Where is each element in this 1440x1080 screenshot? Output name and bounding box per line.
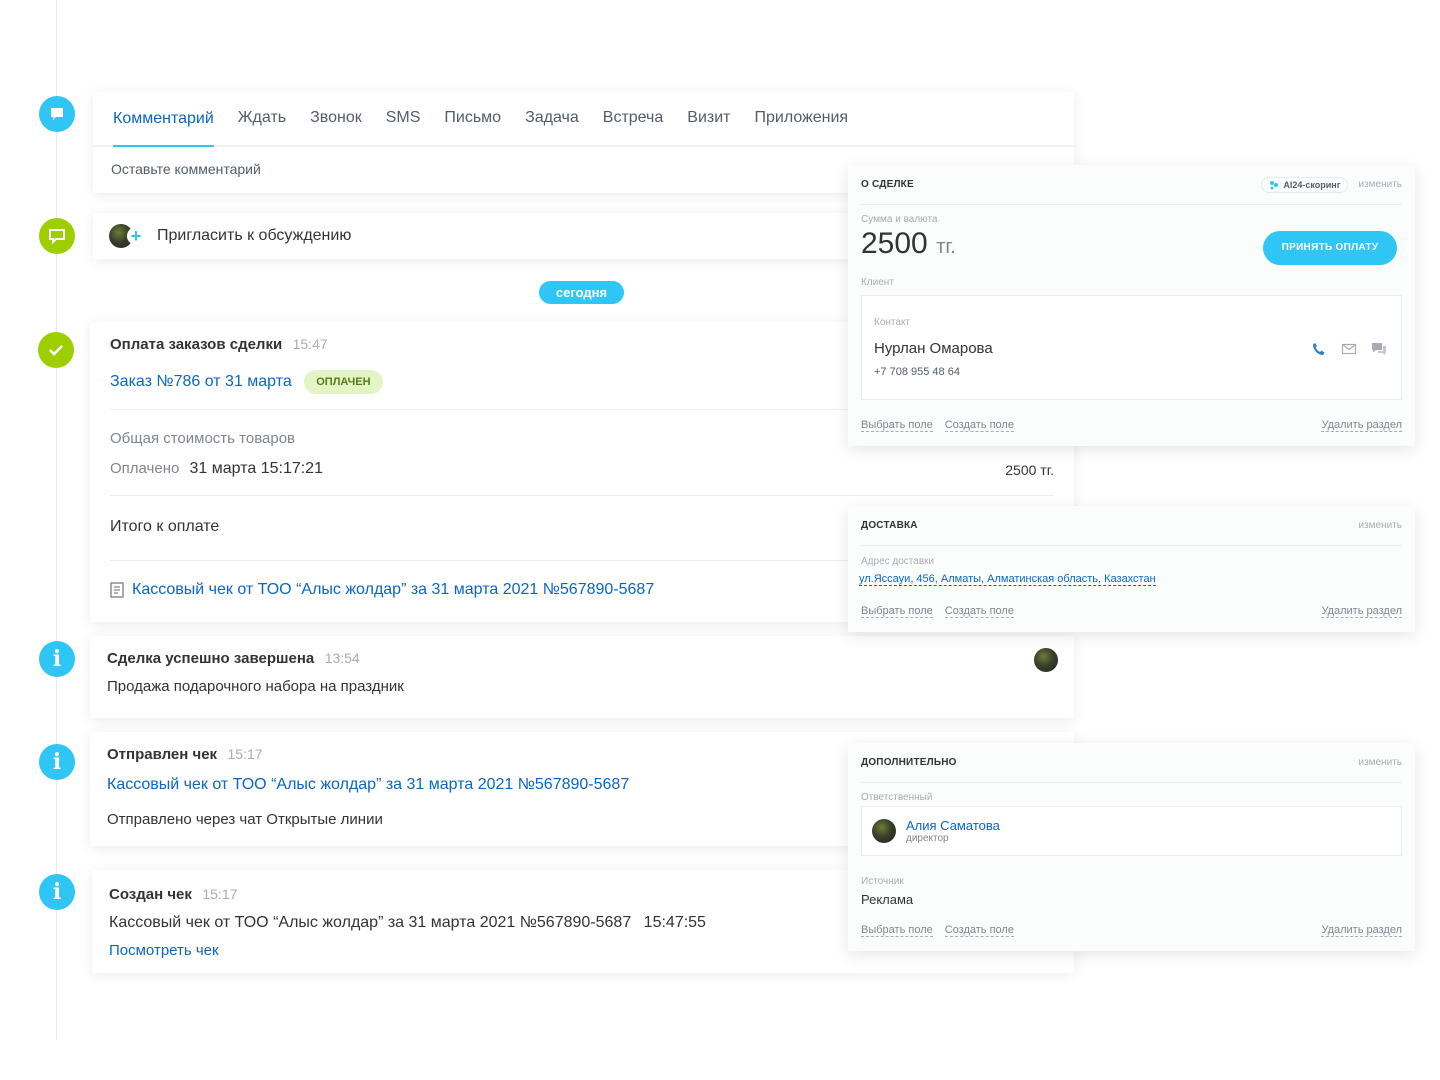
contact-name[interactable]: Нурлан Омарова: [874, 340, 993, 357]
plus-icon: +: [127, 226, 145, 246]
receipt-created-title: Создан чек: [109, 886, 192, 903]
edit-link[interactable]: изменить: [1358, 757, 1402, 768]
deal-done-card: Сделка успешно завершена 13:54 Продажа п…: [90, 636, 1074, 718]
ai-icon: [1270, 180, 1279, 189]
avatar: [1034, 648, 1058, 672]
delivery-panel: ДОСТАВКА изменить Адрес доставки ул.Ясса…: [848, 506, 1415, 632]
info-icon: i: [39, 744, 75, 780]
extra-panel: ДОПОЛНИТЕЛЬНО изменить Ответственный Али…: [848, 743, 1415, 951]
receipt-sent-time: 15:17: [227, 746, 263, 762]
client-label: Клиент: [861, 277, 894, 288]
tab-visit[interactable]: Визит: [687, 90, 730, 146]
responsible-role: директор: [906, 833, 949, 844]
divider: [110, 495, 1054, 496]
chat-icon: [39, 218, 75, 254]
tab-sms[interactable]: SMS: [386, 90, 421, 146]
delete-section-link[interactable]: Удалить раздел: [1321, 419, 1402, 432]
responsible-name[interactable]: Алия Саматова: [906, 818, 1000, 833]
invite-label: Пригласить к обсуждению: [157, 227, 352, 244]
order-link[interactable]: Заказ №786 от 31 марта: [110, 373, 292, 390]
receipt-created-text: Кассовый чек от ТОО “Алыс жолдар” за 31 …: [109, 914, 632, 931]
select-field-link[interactable]: Выбрать поле: [861, 419, 933, 432]
tab-wait[interactable]: Ждать: [238, 90, 286, 146]
receipt-sent-link[interactable]: Кассовый чек от ТОО “Алыс жолдар” за 31 …: [107, 776, 629, 794]
address-label: Адрес доставки: [861, 556, 935, 567]
extra-title: ДОПОЛНИТЕЛЬНО: [861, 757, 957, 768]
deal-done-title: Сделка успешно завершена: [107, 650, 315, 667]
edit-link[interactable]: изменить: [1358, 520, 1402, 531]
deal-done-text: Продажа подарочного набора на праздник: [107, 678, 404, 695]
total-label: Общая стоимость товаров: [110, 430, 296, 447]
responsible-box[interactable]: Алия Саматова директор: [861, 806, 1402, 856]
amount-label: Сумма и валюта: [861, 214, 938, 225]
receipt-icon: [110, 582, 124, 598]
tab-email[interactable]: Письмо: [444, 90, 501, 146]
receipt-sent-title: Отправлен чек: [107, 746, 218, 763]
paid-label: Оплачено: [110, 460, 180, 477]
paid-amount: 2500 тг.: [1005, 462, 1054, 478]
tab-task[interactable]: Задача: [525, 90, 579, 146]
create-field-link[interactable]: Создать поле: [944, 419, 1014, 432]
phone-icon[interactable]: [1311, 341, 1327, 357]
avatar: [872, 819, 896, 843]
tab-call[interactable]: Звонок: [310, 90, 362, 146]
select-field-link[interactable]: Выбрать поле: [861, 605, 933, 618]
source-value: Реклама: [861, 892, 914, 907]
about-deal-title: О СДЕЛКЕ: [861, 179, 914, 190]
create-field-link[interactable]: Создать поле: [944, 924, 1014, 937]
delete-section-link[interactable]: Удалить раздел: [1321, 924, 1402, 937]
check-icon: [38, 332, 74, 368]
receipt-created-time: 15:17: [202, 886, 238, 902]
contact-box: Контакт Нурлан Омарова +7 708 955 48 64: [861, 295, 1402, 400]
info-icon: i: [39, 641, 75, 677]
payment-time: 15:47: [292, 336, 328, 352]
view-receipt-link[interactable]: Посмотреть чек: [109, 942, 219, 959]
mail-icon[interactable]: [1341, 341, 1357, 357]
edit-link[interactable]: изменить: [1358, 179, 1402, 190]
ai-scoring-label: AI24-скоринг: [1283, 179, 1341, 190]
create-field-link[interactable]: Создать поле: [944, 605, 1014, 618]
currency: тг.: [936, 236, 956, 258]
editor-tabs: Комментарий Ждать Звонок SMS Письмо Зада…: [93, 91, 1074, 147]
invite-card[interactable]: + Пригласить к обсуждению: [93, 213, 883, 259]
delivery-title: ДОСТАВКА: [861, 520, 918, 531]
contact-phone[interactable]: +7 708 955 48 64: [874, 366, 960, 378]
contact-label: Контакт: [874, 317, 911, 328]
tab-comment[interactable]: Комментарий: [113, 91, 214, 147]
status-badge: ОПЛАЧЕН: [304, 370, 383, 394]
paid-date: 31 марта 15:17:21: [189, 460, 323, 477]
comment-icon: [39, 96, 75, 132]
tab-meeting[interactable]: Встреча: [603, 90, 664, 146]
info-icon: i: [39, 874, 75, 910]
chat-icon[interactable]: [1371, 341, 1387, 357]
tab-apps[interactable]: Приложения: [754, 90, 848, 146]
delivery-address[interactable]: ул.Яссауи, 456, Алматы, Алматинская обла…: [859, 573, 1156, 586]
about-deal-panel: О СДЕЛКЕ AI24-скоринг изменить Сумма и в…: [848, 165, 1415, 446]
receipt-link[interactable]: Кассовый чек от ТОО “Алыс жолдар” за 31 …: [132, 581, 654, 599]
receipt-created-text-time: 15:47:55: [643, 914, 706, 931]
due-label: Итого к оплате: [110, 518, 220, 535]
delete-section-link[interactable]: Удалить раздел: [1321, 605, 1402, 618]
deal-done-time: 13:54: [324, 650, 360, 666]
amount-value: 2500: [861, 227, 928, 260]
ai-scoring-chip[interactable]: AI24-скоринг: [1261, 176, 1349, 193]
source-label: Источник: [861, 876, 904, 887]
payment-title: Оплата заказов сделки: [110, 336, 283, 353]
receipt-sent-text: Отправлено через чат Открытые линии: [107, 811, 383, 828]
today-badge: сегодня: [539, 281, 624, 304]
responsible-label: Ответственный: [861, 792, 933, 803]
select-field-link[interactable]: Выбрать поле: [861, 924, 933, 937]
accept-payment-button[interactable]: ПРИНЯТЬ ОПЛАТУ: [1263, 231, 1397, 265]
